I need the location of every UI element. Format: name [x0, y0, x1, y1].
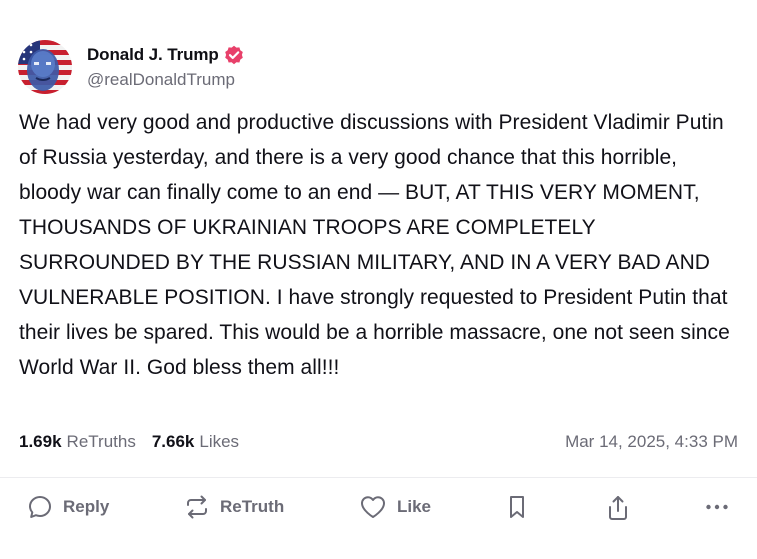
- share-button[interactable]: [605, 494, 631, 522]
- display-name[interactable]: Donald J. Trump: [87, 45, 219, 65]
- more-icon: [704, 494, 730, 520]
- user-handle[interactable]: @realDonaldTrump: [87, 70, 244, 90]
- bookmark-button[interactable]: [505, 494, 529, 520]
- retruth-button[interactable]: ReTruth: [184, 494, 284, 520]
- likes-count: 7.66k: [151, 432, 195, 451]
- retruths-count: 1.69k: [19, 432, 62, 451]
- avatar-image: [18, 40, 72, 94]
- share-icon: [605, 494, 631, 522]
- likes-label: Likes: [199, 432, 240, 451]
- likes-stat[interactable]: 7.66k Likes: [152, 432, 239, 452]
- retruths-stat[interactable]: 1.69k ReTruths: [19, 432, 136, 452]
- like-label: Like: [397, 497, 432, 516]
- reply-label: Reply: [63, 497, 110, 516]
- like-button[interactable]: Like: [359, 494, 431, 520]
- reply-button[interactable]: Reply: [27, 494, 109, 520]
- reply-icon: [27, 494, 53, 520]
- like-icon: [359, 494, 387, 520]
- truth-post: Donald J. Trump @realDonaldTrump We had …: [0, 0, 757, 559]
- retruth-icon: [184, 494, 210, 520]
- retruth-label: ReTruth: [220, 497, 285, 516]
- post-text: We had very good and productive discussi…: [19, 111, 730, 379]
- avatar[interactable]: [18, 40, 72, 94]
- verified-badge-icon: [224, 45, 244, 65]
- retruths-label: ReTruths: [66, 432, 136, 451]
- author-row: Donald J. Trump @realDonaldTrump: [18, 40, 244, 94]
- name-line: Donald J. Trump: [87, 45, 244, 65]
- bookmark-icon: [505, 494, 529, 520]
- action-bar: Reply ReTruth Like: [0, 478, 757, 559]
- more-options-button[interactable]: [704, 494, 730, 520]
- post-timestamp[interactable]: Mar 14, 2025, 4:33 PM: [565, 432, 738, 452]
- author-meta: Donald J. Trump @realDonaldTrump: [87, 45, 244, 90]
- stats-row: 1.69k ReTruths 7.66k Likes Mar 14, 2025,…: [19, 432, 738, 452]
